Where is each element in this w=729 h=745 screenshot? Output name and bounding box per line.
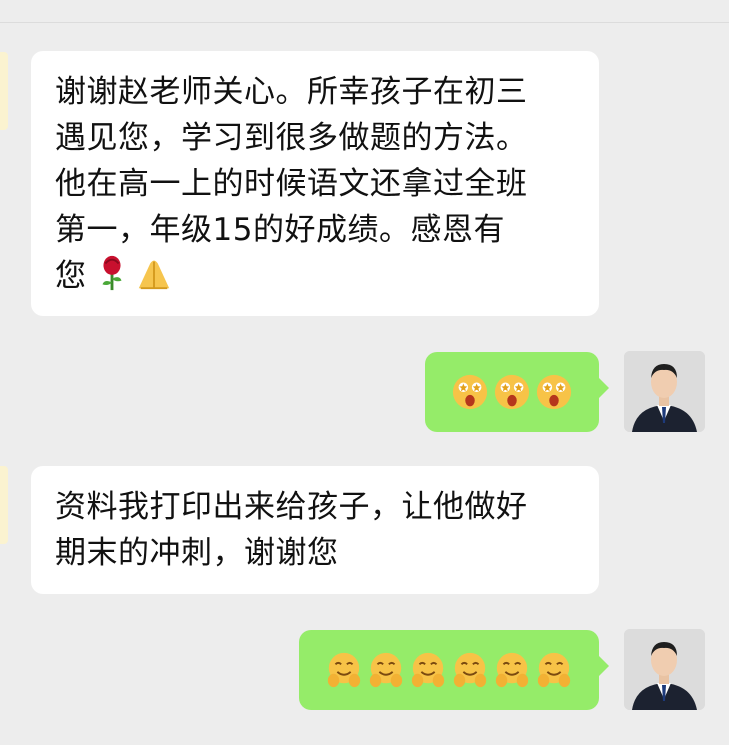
star-eyes-face-icon: [536, 374, 572, 410]
message-text-line: 您: [55, 253, 575, 299]
user-avatar[interactable]: [624, 629, 705, 710]
hug-face-icon: [495, 652, 529, 688]
incoming-message-bubble[interactable]: 谢谢赵老师关心。所幸孩子在初三 遇见您，学习到很多做题的方法。 他在高一上的时候…: [31, 51, 599, 316]
sender-avatar[interactable]: [0, 52, 8, 130]
hug-face-icon: [453, 652, 487, 688]
bubble-tail: [599, 378, 609, 398]
hug-face-icon: [369, 652, 403, 688]
message-text-line: 遇见您，学习到很多做题的方法。: [55, 120, 528, 156]
person-photo-icon: [624, 351, 705, 432]
top-divider: [0, 22, 729, 23]
hug-face-icon: [411, 652, 445, 688]
message-text-line: 期末的冲刺，谢谢您: [55, 535, 339, 571]
outgoing-message-bubble[interactable]: [425, 352, 609, 432]
sender-avatar[interactable]: [0, 466, 8, 544]
bubble-tail: [599, 656, 609, 676]
person-photo-icon: [624, 629, 705, 710]
outgoing-message-bubble[interactable]: [299, 630, 609, 710]
message-text-line: 谢谢赵老师关心。所幸孩子在初三: [55, 74, 528, 110]
user-avatar[interactable]: [624, 351, 705, 432]
folded-hands-icon: [138, 260, 169, 290]
hug-face-icon: [537, 652, 571, 688]
message-text-line: 他在高一上的时候语文还拿过全班: [55, 166, 528, 202]
message-text-line: 资料我打印出来给孩子，让他做好: [55, 489, 528, 525]
star-eyes-face-icon: [494, 374, 530, 410]
message-text-line-end: 您: [55, 258, 87, 294]
message-text-line: 第一，年级15的好成绩。感恩有: [55, 212, 505, 248]
hug-face-icon: [327, 652, 361, 688]
star-eyes-face-icon: [452, 374, 488, 410]
incoming-message-bubble[interactable]: 资料我打印出来给孩子，让他做好 期末的冲刺，谢谢您: [31, 466, 599, 594]
rose-icon: [102, 255, 121, 291]
